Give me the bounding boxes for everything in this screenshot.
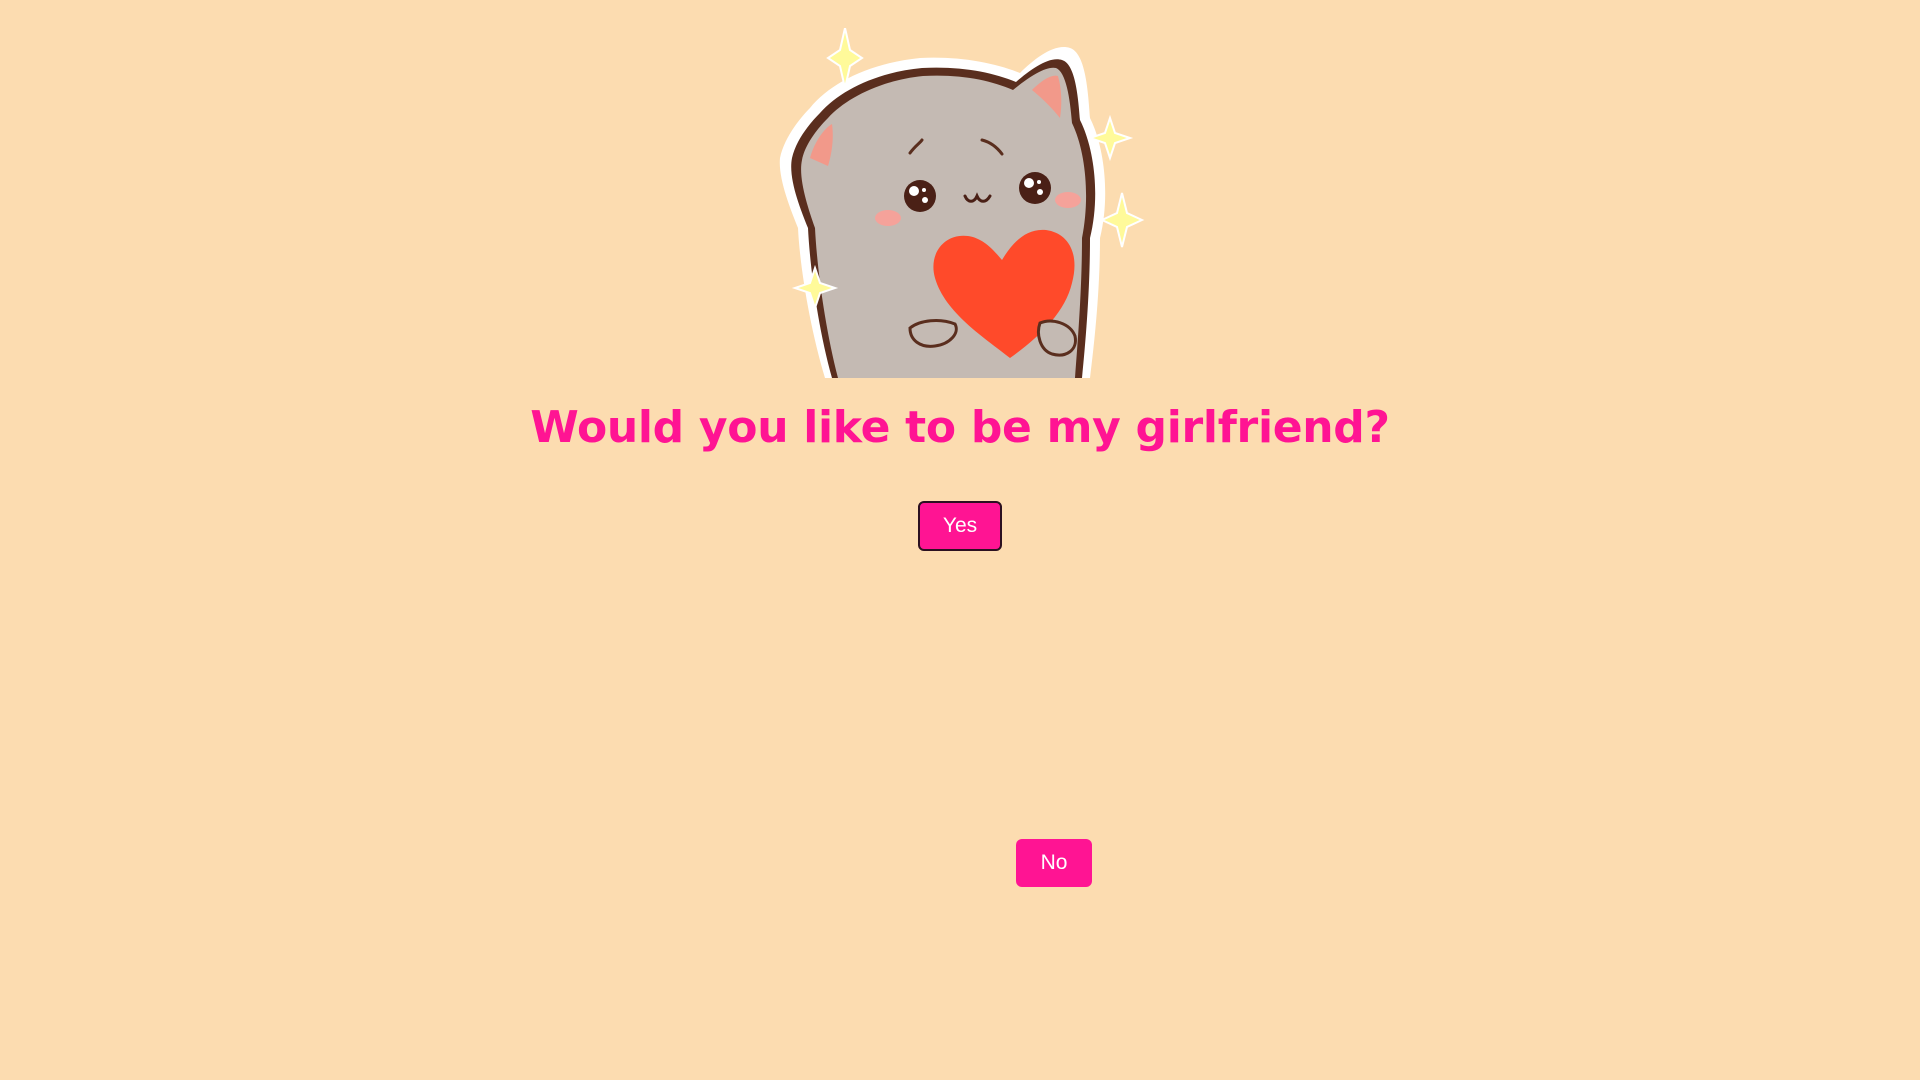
- no-button[interactable]: No: [1016, 839, 1092, 887]
- cat-holding-heart-icon: [770, 28, 1150, 378]
- yes-button[interactable]: Yes: [918, 501, 1002, 551]
- question-heading: Would you like to be my girlfriend?: [530, 402, 1390, 453]
